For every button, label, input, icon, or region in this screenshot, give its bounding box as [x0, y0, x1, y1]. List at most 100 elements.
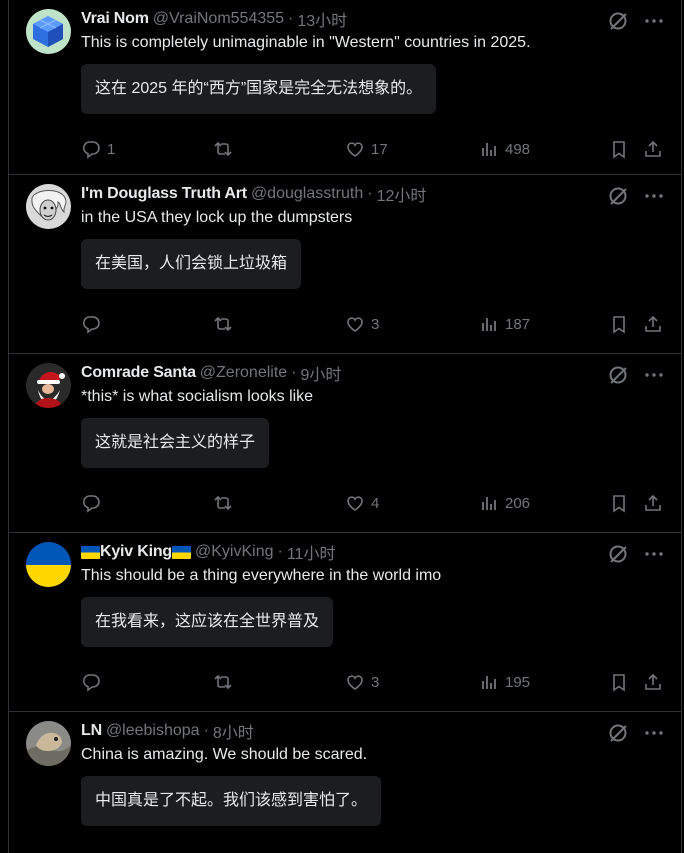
user-handle[interactable]: @douglasstruth [251, 185, 363, 203]
user-handle[interactable]: @Zeronelite [200, 364, 287, 382]
view-count: 195 [505, 673, 531, 691]
tweet-header: Comrade Santa @Zeronelite · 9小时 [81, 362, 665, 384]
retweet-button[interactable] [213, 139, 233, 159]
reply-tweet-leebishopa[interactable]: LN @leebishopa · 8小时 China is amazing. W… [9, 712, 681, 853]
separator-dot: · [291, 364, 297, 381]
reply-icon [81, 139, 101, 159]
grok-icon[interactable] [607, 543, 629, 565]
like-icon [345, 672, 365, 692]
display-name[interactable]: Kyiv King [100, 543, 172, 561]
like-button[interactable]: 4 [345, 493, 379, 513]
translation-box: 在美国，人们会锁上垃圾箱 [81, 239, 302, 289]
display-name[interactable]: I'm Douglass Truth Art [81, 185, 247, 203]
like-count: 3 [371, 673, 380, 691]
avatar[interactable] [26, 721, 71, 766]
timestamp[interactable]: 8小时 [213, 719, 254, 743]
more-icon[interactable] [643, 364, 665, 386]
tweet-header: LN @leebishopa · 8小时 [81, 720, 665, 742]
views-icon [479, 139, 499, 159]
view-count: 187 [505, 315, 531, 333]
retweet-icon [213, 493, 233, 513]
reply-button[interactable] [81, 314, 107, 334]
views-button[interactable]: 498 [479, 139, 530, 159]
tweet-text: in the USA they lock up the dumpsters [81, 209, 353, 226]
avatar[interactable] [26, 184, 71, 229]
ukraine-flag-icon [81, 545, 100, 559]
reply-tweet-zeronelite[interactable]: Comrade Santa @Zeronelite · 9小时 *this* i… [9, 354, 681, 533]
share-button[interactable] [643, 139, 663, 159]
display-name[interactable]: Vrai Nom [81, 10, 149, 28]
more-icon[interactable] [643, 185, 665, 207]
translation-box: 这就是社会主义的样子 [81, 418, 270, 468]
translation-box: 中国真是了不起。我们该感到害怕了。 [81, 776, 382, 826]
display-name[interactable]: Comrade Santa [81, 364, 196, 382]
separator-dot: · [203, 722, 209, 739]
reply-tweet-vrainom[interactable]: Vrai Nom @VraiNom554355 · 13小时 This is c… [9, 0, 681, 175]
tweet-text: *this* is what socialism looks like [81, 388, 314, 405]
avatar[interactable] [26, 542, 71, 587]
user-handle[interactable]: @VraiNom554355 [153, 10, 284, 28]
action-bar: 4 206 [81, 472, 665, 528]
timestamp[interactable]: 11小时 [287, 540, 336, 564]
grok-icon[interactable] [607, 722, 629, 744]
bookmark-button[interactable] [609, 493, 629, 513]
bookmark-button[interactable] [609, 139, 629, 159]
views-button[interactable]: 195 [479, 672, 530, 692]
timestamp[interactable]: 12小时 [377, 182, 427, 206]
separator-dot: · [288, 10, 294, 27]
bookmark-icon [609, 139, 629, 159]
reply-count: 1 [107, 140, 116, 158]
tweet-text: This is completely unimaginable in "West… [81, 34, 531, 51]
retweet-icon [213, 139, 233, 159]
grok-icon[interactable] [607, 364, 629, 386]
avatar[interactable] [26, 363, 71, 408]
reply-tweet-douglasstruth[interactable]: I'm Douglass Truth Art @douglasstruth · … [9, 175, 681, 354]
retweet-button[interactable] [213, 672, 233, 692]
bookmark-button[interactable] [609, 672, 629, 692]
retweet-icon [213, 314, 233, 334]
bookmark-button[interactable] [609, 314, 629, 334]
reply-button[interactable] [81, 493, 107, 513]
user-handle[interactable]: @leebishopa [106, 722, 200, 740]
share-button[interactable] [643, 672, 663, 692]
tweet-text: This should be a thing everywhere in the… [81, 567, 442, 584]
views-button[interactable]: 206 [479, 493, 530, 513]
like-icon [345, 314, 365, 334]
reply-icon [81, 672, 101, 692]
translation-box: 这在 2025 年的“西方”国家是完全无法想象的。 [81, 64, 437, 114]
like-button[interactable]: 3 [345, 672, 379, 692]
retweet-button[interactable] [213, 314, 233, 334]
timestamp[interactable]: 13小时 [297, 7, 347, 31]
retweet-button[interactable] [213, 493, 233, 513]
reply-icon [81, 493, 101, 513]
reply-button[interactable]: 1 [81, 139, 115, 159]
views-icon [479, 493, 499, 513]
share-icon [643, 139, 663, 159]
separator-dot: · [367, 185, 373, 202]
avatar[interactable] [26, 9, 71, 54]
share-button[interactable] [643, 493, 663, 513]
action-bar: 3 187 [81, 293, 665, 349]
like-count: 3 [371, 315, 380, 333]
reply-tweet-kyivking[interactable]: Kyiv King @KyivKing · 11小时 This should b… [9, 533, 681, 712]
separator-dot: · [277, 543, 283, 560]
like-button[interactable]: 17 [345, 139, 388, 159]
grok-icon[interactable] [607, 185, 629, 207]
display-name[interactable]: LN [81, 722, 102, 740]
more-icon[interactable] [643, 10, 665, 32]
like-count: 17 [371, 140, 388, 158]
views-button[interactable]: 187 [479, 314, 530, 334]
like-count: 4 [371, 494, 380, 512]
views-icon [479, 314, 499, 334]
more-icon[interactable] [643, 543, 665, 565]
like-button[interactable]: 3 [345, 314, 379, 334]
action-bar: 1 17 498 [81, 118, 665, 174]
user-handle[interactable]: @KyivKing [195, 543, 274, 561]
tweet-text: China is amazing. We should be scared. [81, 746, 368, 763]
reply-button[interactable] [81, 672, 107, 692]
translation-box: 在我看来，这应该在全世界普及 [81, 597, 334, 647]
share-button[interactable] [643, 314, 663, 334]
more-icon[interactable] [643, 722, 665, 744]
timestamp[interactable]: 9小时 [301, 361, 342, 385]
grok-icon[interactable] [607, 10, 629, 32]
